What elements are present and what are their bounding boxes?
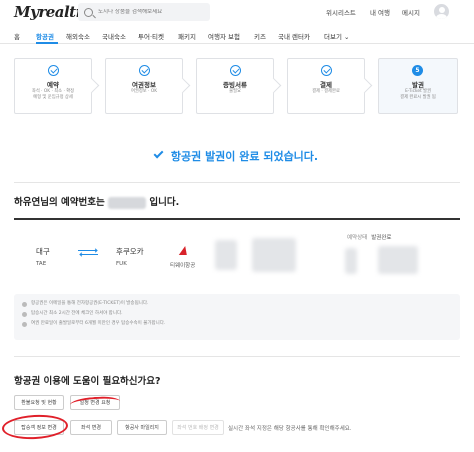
nav-tour-ticket[interactable]: 투어·티켓 (138, 31, 164, 41)
step-title: 발권 (412, 81, 424, 89)
step-title: 결제 (320, 81, 332, 89)
search-icon (84, 7, 93, 17)
status-value: 발권완료 (371, 235, 392, 241)
reservation-number-redacted (108, 196, 147, 209)
airline-name: 티웨이항공 (170, 263, 196, 269)
departure-city: 대구 (36, 247, 50, 256)
seat-change-button[interactable]: 좌석 변경 (70, 420, 112, 435)
category-nav: 홈 항공권 해외숙소 국내숙소 투어·티켓 패키지 여행자 보험 키즈 국내 렌… (0, 26, 474, 44)
check-icon (153, 148, 164, 159)
divider (14, 182, 460, 183)
nav-insurance[interactable]: 여행자 보험 (208, 31, 240, 41)
search-box[interactable] (78, 3, 210, 21)
step-number-marker: 5 (412, 65, 423, 76)
step-sub: 결제 · 결제완료 (312, 89, 340, 94)
active-tab-indicator (36, 42, 58, 44)
seat-assign-button[interactable]: 좌석 번호 배정 변경 (172, 420, 224, 435)
step-sub: 좌석 · OK · 최소 · 확정 예형 및 운임규정 상세 (31, 89, 75, 100)
nav-more[interactable]: 더보기 ⌄ (324, 31, 349, 41)
step-ticketing: 5 발권 E-Ticket 발권 결제 완료시 발권 됨 (378, 58, 458, 114)
wishlist-link[interactable]: 위시리스트 (326, 7, 356, 17)
search-input[interactable] (98, 9, 198, 15)
notice-item: 탑승시간 최소 2시간 전에 체크인 하셔야 합니다. (22, 309, 452, 319)
arrival-city: 후쿠오카 (116, 247, 144, 256)
reservation-title: 하유연님의 예약번호는 입니다. (14, 194, 179, 209)
nav-kids[interactable]: 키즈 (254, 31, 266, 41)
status-label: 예약상태 (347, 235, 368, 241)
check-icon (321, 65, 332, 76)
booking-stepper: 예약 좌석 · OK · 최소 · 확정 예형 및 운임규정 상세 여권정보 여… (14, 58, 458, 114)
step-reservation: 예약 좌석 · OK · 최소 · 확정 예형 및 운임규정 상세 (14, 58, 92, 114)
step-title: 여권정보 (132, 81, 156, 89)
complete-text: 항공권 발권이 완료 되었습니다. (170, 150, 319, 163)
help-title: 항공권 이용에 도움이 필요하신가요? (14, 376, 161, 387)
seat-note: 실시간 좌석 지정은 해당 항공사를 통해 확인해주세요. (228, 426, 352, 432)
notice-item: 여권 만료일이 출발일로부터 6개월 미만인 경우 탑승수속이 불가합니다. (22, 319, 452, 329)
nav-flights[interactable]: 항공권 (36, 31, 54, 41)
info-icon (22, 301, 27, 307)
step-sub: E-Ticket 발권 결제 완료시 발권 됨 (400, 89, 436, 100)
divider (14, 356, 460, 357)
departure-code: TAE (36, 261, 47, 267)
info-icon (22, 311, 27, 317)
nav-domestic-stay[interactable]: 국내숙소 (102, 31, 126, 41)
reservation-status: 예약상태 발권완료 (347, 233, 392, 241)
airline-mileage-button[interactable]: 항공사 마일리지 (117, 420, 167, 435)
my-trip-link[interactable]: 내 여행 (370, 7, 390, 17)
step-sub: 여권정보 · OK (130, 89, 158, 94)
message-link[interactable]: 메시지 (402, 7, 420, 17)
notice-text: 여권 만료일이 출발일로부터 6개월 미만인 경우 탑승수속이 불가합니다. (31, 321, 166, 326)
round-trip-arrows-icon (78, 247, 98, 257)
notice-text: 탑승시간 최소 2시간 전에 체크인 하셔야 합니다. (31, 311, 123, 316)
step-title: 증빙서류 (223, 81, 247, 89)
passenger-info-change-button[interactable]: 탑승객 정보 변경 (14, 420, 64, 435)
divider (14, 218, 460, 220)
step-sub: 불필요 (229, 89, 241, 94)
check-icon (230, 65, 241, 76)
refund-request-button[interactable]: 환불요청 및 현황 (14, 395, 64, 410)
nav-rental-car[interactable]: 국내 렌터카 (278, 31, 310, 41)
redacted-info (215, 240, 237, 270)
nav-overseas-stay[interactable]: 해외숙소 (66, 31, 90, 41)
notice-item: 항공권은 이메일을 통해 전자항공권(E-TICKET)이 발송됩니다. (22, 299, 452, 309)
arrival-code: FUK (116, 261, 127, 267)
notice-text: 항공권은 이메일을 통해 전자항공권(E-TICKET)이 발송됩니다. (31, 301, 149, 306)
reservation-title-prefix: 하유연님의 예약번호는 (14, 197, 105, 208)
redacted-info (345, 248, 357, 274)
info-icon (22, 321, 27, 327)
step-passport: 여권정보 여권정보 · OK (105, 58, 183, 114)
nav-package[interactable]: 패키지 (178, 31, 196, 41)
check-icon (48, 65, 59, 76)
nav-home[interactable]: 홈 (14, 31, 20, 41)
airline-logo-icon (178, 246, 188, 256)
avatar[interactable] (434, 4, 449, 19)
reservation-title-suffix: 입니다. (149, 197, 180, 208)
step-documents: 증빙서류 불필요 (196, 58, 274, 114)
notice-box: 항공권은 이메일을 통해 전자항공권(E-TICKET)이 발송됩니다. 탑승시… (14, 294, 460, 340)
redacted-info (378, 246, 418, 274)
step-title: 예약 (47, 81, 59, 89)
step-payment: 결제 결제 · 결제완료 (287, 58, 365, 114)
header: Myrealtrip 위시리스트 내 여행 메시지 (0, 0, 474, 26)
check-icon (139, 65, 150, 76)
ticket-complete-message: 항공권 발권이 완료 되었습니다. (0, 148, 474, 164)
redacted-info (252, 238, 296, 272)
